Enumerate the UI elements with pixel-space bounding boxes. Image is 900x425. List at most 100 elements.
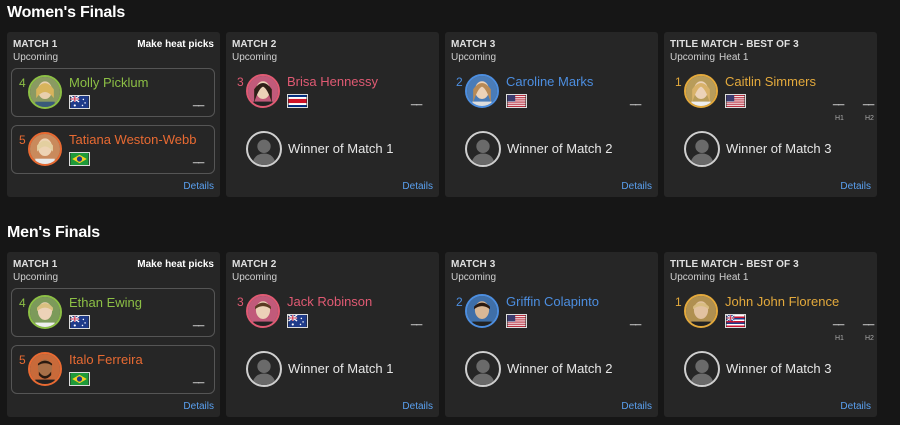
- make-heat-picks-button[interactable]: Make heat picks: [137, 259, 214, 270]
- athlete-avatar: [28, 352, 62, 386]
- athlete-score: __: [630, 314, 641, 326]
- details-link[interactable]: Details: [621, 401, 652, 412]
- athlete-score: __: [193, 372, 204, 384]
- person-placeholder-icon: [465, 131, 501, 167]
- athlete-avatar: [465, 294, 499, 328]
- details-link[interactable]: Details: [183, 181, 214, 192]
- details-link[interactable]: Details: [402, 401, 433, 412]
- australia-flag-icon: [69, 315, 90, 329]
- status-text: Upcoming: [232, 272, 278, 283]
- athlete-score: __: [193, 152, 204, 164]
- status-text: Upcoming: [451, 272, 497, 283]
- athlete-row[interactable]: 4 Molly Picklum __: [11, 68, 215, 117]
- heat-1-score: __: [833, 314, 844, 326]
- status-text: Upcoming: [451, 52, 497, 63]
- status-text: Upcoming: [670, 272, 716, 283]
- match-title: MATCH 3: [451, 39, 496, 50]
- person-placeholder-icon: [465, 351, 501, 387]
- mens-finals-bracket: MATCH 1 Upcoming Make heat picks 4 Ethan…: [7, 252, 893, 417]
- winner-text: Winner of Match 1: [288, 141, 394, 156]
- athlete-score: __: [193, 95, 204, 107]
- seed-number: 5: [19, 133, 26, 147]
- match-title: MATCH 2: [232, 259, 277, 270]
- heat-2-score: __: [863, 94, 874, 106]
- australia-flag-icon: [287, 314, 308, 328]
- match-status: Upcoming Heat 1: [670, 272, 749, 283]
- athlete-name[interactable]: John John Florence: [725, 294, 839, 309]
- winner-text: Winner of Match 1: [288, 361, 394, 376]
- seed-number: 2: [456, 295, 463, 309]
- heat-label: Heat 1: [719, 272, 749, 283]
- person-placeholder-icon: [246, 131, 282, 167]
- match-card-2: MATCH 2 Upcoming 3 Jack Robinson __ Winn…: [226, 252, 439, 417]
- athlete-name[interactable]: Brisa Hennessy: [287, 74, 378, 89]
- australia-flag-icon: [69, 95, 90, 109]
- athlete-name[interactable]: Tatiana Weston-Webb: [69, 132, 196, 147]
- athlete-row[interactable]: 3 Jack Robinson __: [230, 288, 434, 337]
- details-link[interactable]: Details: [840, 401, 871, 412]
- athlete-row[interactable]: 4 Ethan Ewing __: [11, 288, 215, 337]
- match-card-3: MATCH 3 Upcoming 2 Griffin Colapinto __ …: [445, 252, 658, 417]
- match-card-1: MATCH 1 Upcoming Make heat picks 4 Molly…: [7, 32, 220, 197]
- details-link[interactable]: Details: [183, 401, 214, 412]
- make-heat-picks-button[interactable]: Make heat picks: [137, 39, 214, 50]
- match-card-1: MATCH 1 Upcoming Make heat picks 4 Ethan…: [7, 252, 220, 417]
- person-placeholder-icon: [246, 351, 282, 387]
- athlete-name[interactable]: Caitlin Simmers: [725, 74, 816, 89]
- brazil-flag-icon: [69, 152, 90, 166]
- heat-2-label: H2: [865, 115, 874, 122]
- heat-2-score: __: [863, 314, 874, 326]
- seed-number: 3: [237, 295, 244, 309]
- usa-flag-icon: [506, 94, 527, 108]
- athlete-score: __: [193, 315, 204, 327]
- title-match-card: TITLE MATCH - BEST OF 3 Upcoming Heat 1 1…: [664, 32, 877, 197]
- athlete-row[interactable]: 3 Brisa Hennessy __: [230, 68, 434, 117]
- winner-text: Winner of Match 3: [726, 141, 832, 156]
- athlete-avatar: [28, 75, 62, 109]
- match-status: Upcoming: [451, 52, 496, 63]
- person-placeholder-icon: [684, 351, 720, 387]
- match-status: Upcoming: [13, 52, 58, 63]
- athlete-name[interactable]: Jack Robinson: [287, 294, 372, 309]
- athlete-name[interactable]: Griffin Colapinto: [506, 294, 599, 309]
- heat-1-label: H1: [835, 115, 844, 122]
- status-text: Upcoming: [670, 52, 716, 63]
- winner-text: Winner of Match 2: [507, 141, 613, 156]
- athlete-row[interactable]: 1 John John Florence __ __ H1 H2: [668, 288, 874, 342]
- details-link[interactable]: Details: [621, 181, 652, 192]
- athlete-row[interactable]: 2 Caroline Marks __: [449, 68, 653, 117]
- athlete-name[interactable]: Molly Picklum: [69, 75, 148, 90]
- brazil-flag-icon: [69, 372, 90, 386]
- winner-placeholder: Winner of Match 3: [684, 131, 874, 171]
- athlete-row[interactable]: 5 Italo Ferreira __: [11, 345, 215, 394]
- athlete-name[interactable]: Ethan Ewing: [69, 295, 142, 310]
- athlete-score: __: [630, 94, 641, 106]
- winner-text: Winner of Match 2: [507, 361, 613, 376]
- match-title: TITLE MATCH - BEST OF 3: [670, 39, 799, 50]
- details-link[interactable]: Details: [402, 181, 433, 192]
- status-text: Upcoming: [232, 52, 278, 63]
- athlete-avatar: [684, 294, 718, 328]
- section-title-womens-finals: Women's Finals: [7, 4, 126, 21]
- seed-number: 5: [19, 353, 26, 367]
- match-title: TITLE MATCH - BEST OF 3: [670, 259, 799, 270]
- athlete-row[interactable]: 1 Caitlin Simmers __ __ H1 H2: [668, 68, 874, 122]
- match-title: MATCH 2: [232, 39, 277, 50]
- heat-1-score: __: [833, 94, 844, 106]
- athlete-row[interactable]: 5 Tatiana Weston-Webb __: [11, 125, 215, 174]
- seed-number: 3: [237, 75, 244, 89]
- athlete-row[interactable]: 2 Griffin Colapinto __: [449, 288, 653, 337]
- athlete-avatar: [465, 74, 499, 108]
- match-title: MATCH 3: [451, 259, 496, 270]
- athlete-avatar: [684, 74, 718, 108]
- match-status: Upcoming: [13, 272, 58, 283]
- athlete-name[interactable]: Italo Ferreira: [69, 352, 143, 367]
- seed-number: 1: [675, 295, 682, 309]
- athlete-name[interactable]: Caroline Marks: [506, 74, 593, 89]
- seed-number: 1: [675, 75, 682, 89]
- details-link[interactable]: Details: [840, 181, 871, 192]
- costa-rica-flag-icon: [287, 94, 308, 108]
- winner-placeholder: Winner of Match 1: [246, 351, 436, 391]
- match-status: Upcoming: [451, 272, 496, 283]
- winner-placeholder: Winner of Match 3: [684, 351, 874, 391]
